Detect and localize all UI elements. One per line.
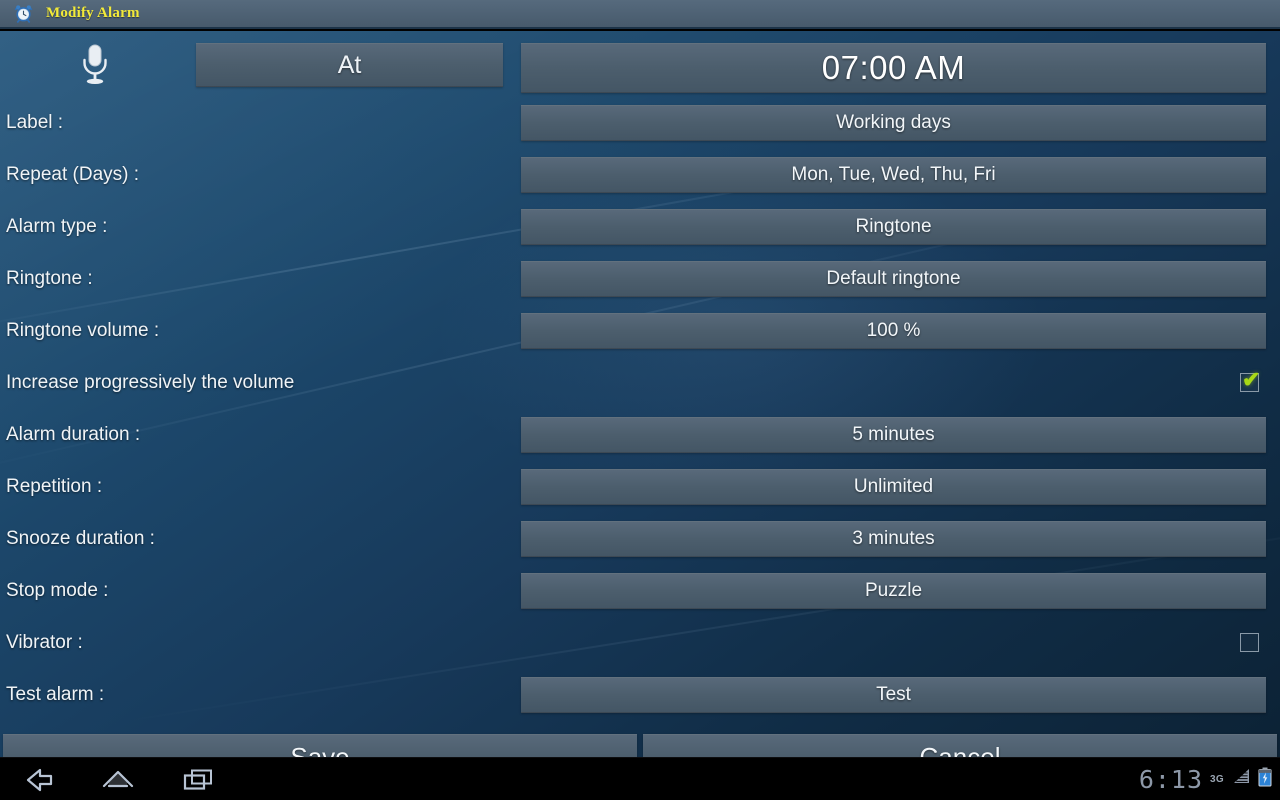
settings-row-label: Label : [6,112,64,133]
microphone-icon[interactable] [78,43,112,87]
settings-row-label: Vibrator : [6,632,83,653]
settings-row-value-button[interactable]: 3 minutes [521,521,1266,557]
checkbox-checked[interactable]: ✔ [1240,369,1260,392]
alarm-clock-icon [14,4,33,23]
settings-row-value-button[interactable]: Ringtone [521,209,1266,245]
settings-row-value-button[interactable]: Mon, Tue, Wed, Thu, Fri [521,157,1266,193]
settings-row-value-text: 5 minutes [852,424,935,445]
settings-row-label: Increase progressively the volume [6,372,295,393]
battery-charging-icon [1258,767,1272,792]
settings-row: Ringtone volume : 100 % [0,311,1280,355]
settings-row-value-button[interactable]: Test [521,677,1266,713]
settings-row-label: Repeat (Days) : [6,164,140,185]
settings-row: Vibrator : [0,623,1280,667]
settings-row-value-button[interactable]: 100 % [521,313,1266,349]
settings-row: Increase progressively the volume ✔ [0,363,1280,407]
settings-row-label: Snooze duration : [6,528,155,549]
settings-row: Repetition : Unlimited [0,467,1280,511]
window-title: Modify Alarm [46,5,140,21]
settings-row: Snooze duration : 3 minutes [0,519,1280,563]
alarm-mode-label: At [337,50,362,79]
settings-row-value-text: Test [876,684,911,705]
titlebar: Modify Alarm [0,0,1280,29]
settings-row-value-text: Unlimited [853,476,934,497]
settings-row-label: Ringtone : [6,268,93,289]
settings-row: Alarm duration : 5 minutes [0,415,1280,459]
settings-row: Label : Working days [0,103,1280,147]
settings-row-value-text: Mon, Tue, Wed, Thu, Fri [791,164,996,185]
android-navigation-bar: 6:13 3G [0,757,1280,800]
settings-row-label: Repetition : [6,476,103,497]
status-bar-right: 6:13 3G [1139,758,1272,800]
back-arrow-icon[interactable] [6,758,70,800]
settings-row-value-text: Working days [836,112,951,133]
network-type-label: 3G [1210,774,1224,785]
settings-row-value-button[interactable]: Puzzle [521,573,1266,609]
alarm-time-button[interactable]: 07:00 AM [521,43,1266,93]
signal-bars-icon [1231,768,1251,791]
settings-row-value-text: Puzzle [864,580,923,601]
status-clock: 6:13 [1138,765,1204,794]
settings-row: Alarm type : Ringtone [0,207,1280,251]
settings-row-value-button[interactable]: Working days [521,105,1266,141]
settings-row-label: Stop mode : [6,580,109,601]
recent-apps-icon[interactable] [166,758,230,800]
settings-row-label: Ringtone volume : [6,320,160,341]
home-icon[interactable] [86,758,150,800]
alarm-settings-screen: Modify Alarm At 07:00 AM Label : Working … [0,0,1280,800]
checkmark-icon: ✔ [1242,367,1261,392]
settings-row-value-button[interactable]: Default ringtone [521,261,1266,297]
settings-row-value-text: 100 % [866,320,921,341]
alarm-mode-button[interactable]: At [196,43,503,87]
settings-row-value-button[interactable]: Unlimited [521,469,1266,505]
settings-row-value-text: Default ringtone [826,268,961,289]
settings-row: Repeat (Days) : Mon, Tue, Wed, Thu, Fri [0,155,1280,199]
alarm-time-value: 07:00 AM [821,49,966,86]
settings-row-value-text: 3 minutes [852,528,935,549]
settings-row-value-text: Ringtone [855,216,932,237]
settings-row-label: Alarm type : [6,216,108,237]
settings-row-value-button[interactable]: 5 minutes [521,417,1266,453]
settings-row-label: Alarm duration : [6,424,141,445]
header-row: At 07:00 AM [0,40,1280,93]
settings-row: Stop mode : Puzzle [0,571,1280,615]
settings-content: At 07:00 AM Label : Working days Repeat (D… [0,31,1280,780]
settings-row: Test alarm : Test [0,675,1280,719]
settings-row-label: Test alarm : [6,684,105,705]
settings-row: Ringtone : Default ringtone [0,259,1280,303]
checkbox-unchecked[interactable] [1240,633,1259,652]
